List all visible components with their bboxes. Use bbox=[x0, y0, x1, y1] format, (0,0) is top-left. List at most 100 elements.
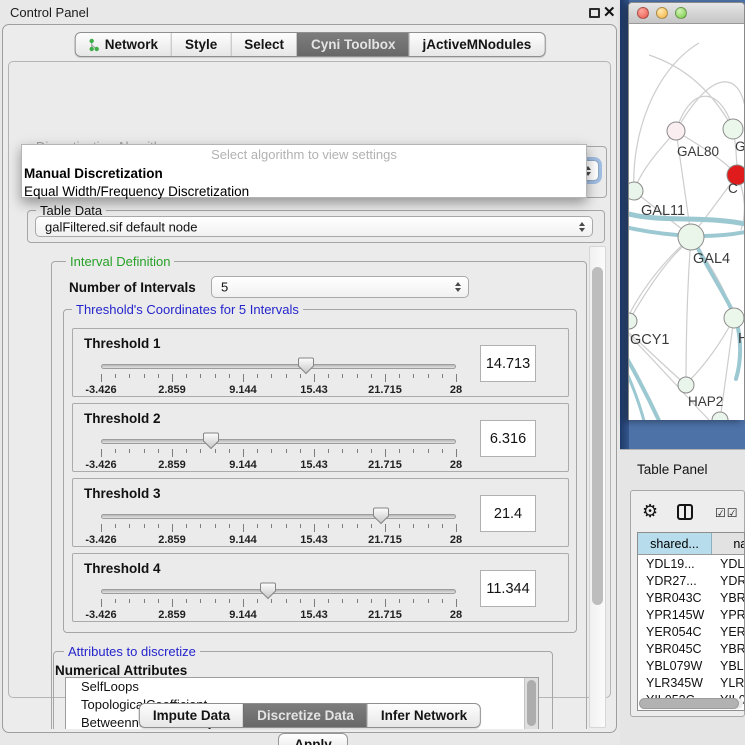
node-table: shared... name YDL19...YDL1YDR27...YDR2Y… bbox=[637, 532, 745, 711]
table-cell[interactable]: YLR345W bbox=[638, 675, 712, 692]
network-node[interactable] bbox=[712, 412, 728, 420]
slider-track[interactable] bbox=[101, 589, 456, 594]
threshold-2-slider[interactable]: -3.4262.8599.14415.4321.71528 bbox=[101, 434, 456, 470]
tab-label: jActiveMNodules bbox=[423, 37, 532, 52]
dropdown-item-manual-discretization[interactable]: Manual Discretization bbox=[22, 165, 586, 183]
table-cell[interactable]: YLR3 bbox=[712, 675, 744, 692]
network-window-titlebar[interactable] bbox=[629, 3, 744, 24]
list-item[interactable]: SelfLoops bbox=[66, 678, 538, 696]
close-traffic-light-icon[interactable] bbox=[637, 7, 649, 19]
table-row[interactable]: YDR27...YDR2 bbox=[638, 573, 744, 590]
network-edge[interactable] bbox=[634, 43, 699, 191]
network-edge[interactable] bbox=[629, 237, 691, 315]
panel-scrollbar[interactable] bbox=[589, 246, 606, 728]
network-canvas[interactable]: GAL80GCGAL11GAL4GCY1HHAP2 bbox=[629, 25, 744, 420]
tab-network[interactable]: Network bbox=[76, 33, 171, 56]
table-panel-title: Table Panel bbox=[637, 462, 708, 477]
table-row[interactable]: YPR145WYPR1 bbox=[638, 607, 744, 624]
tab-select[interactable]: Select bbox=[230, 33, 297, 56]
threshold-1-value-field[interactable]: 14.713 bbox=[480, 345, 536, 382]
select-columns-checkboxes-icon[interactable]: ☑☑ bbox=[715, 506, 739, 520]
slider-ticks bbox=[101, 449, 456, 458]
table-cell[interactable]: YBR045C bbox=[638, 641, 712, 658]
dropdown-item-equal-width-frequency[interactable]: Equal Width/Frequency Discretization bbox=[22, 183, 586, 201]
table-cell[interactable]: YBL0 bbox=[712, 658, 744, 675]
threshold-3-value-field[interactable]: 21.4 bbox=[480, 495, 536, 532]
table-panel-content: ⚙ ☑☑ shared... name YDL19...YDL1YDR27...… bbox=[630, 490, 745, 717]
network-node-h[interactable] bbox=[724, 308, 744, 328]
network-node-hap2[interactable] bbox=[678, 377, 694, 393]
threshold-3-slider[interactable]: -3.4262.8599.14415.4321.71528 bbox=[101, 509, 456, 545]
network-edge[interactable] bbox=[686, 237, 691, 385]
tab-infer-network[interactable]: Infer Network bbox=[367, 704, 480, 727]
list-scrollbar[interactable] bbox=[524, 678, 538, 729]
slider-thumb[interactable] bbox=[203, 432, 219, 450]
table-data-combobox[interactable]: galFiltered.sif default node bbox=[35, 216, 593, 237]
threshold-1-slider[interactable]: -3.4262.8599.14415.4321.71528 bbox=[101, 359, 456, 395]
network-edge[interactable] bbox=[649, 55, 733, 129]
slider-thumb[interactable] bbox=[373, 507, 389, 525]
table-cell[interactable]: YER0 bbox=[712, 624, 744, 641]
tab-style[interactable]: Style bbox=[171, 33, 230, 56]
scrollbar-thumb[interactable] bbox=[639, 698, 739, 709]
table-cell[interactable]: YPR1 bbox=[712, 607, 744, 624]
network-node-label: GAL4 bbox=[693, 251, 730, 267]
zoom-traffic-light-icon[interactable] bbox=[675, 7, 687, 19]
threshold-2-panel: Threshold 2 -3.4262.8599.14415.4321.7152… bbox=[72, 403, 569, 472]
table-row[interactable]: YLR345WYLR3 bbox=[638, 675, 744, 692]
table-row[interactable]: YER054CYER0 bbox=[638, 624, 744, 641]
table-cell[interactable]: YBR043C bbox=[638, 590, 712, 607]
apply-button[interactable]: Apply bbox=[278, 733, 348, 745]
column-header-shared-name[interactable]: shared... bbox=[638, 533, 712, 554]
threshold-4-slider[interactable]: -3.4262.8599.14415.4321.71528 bbox=[101, 584, 456, 620]
split-columns-icon[interactable] bbox=[677, 504, 693, 520]
tab-jactivemnodules[interactable]: jActiveMNodules bbox=[409, 33, 545, 56]
table-row[interactable]: YBR045CYBR0 bbox=[638, 641, 744, 658]
number-of-intervals-combobox[interactable]: 5 bbox=[211, 276, 469, 298]
table-cell[interactable]: YBL079W bbox=[638, 658, 712, 675]
slider-track[interactable] bbox=[101, 514, 456, 519]
scrollbar-thumb[interactable] bbox=[527, 680, 536, 726]
tab-impute-data[interactable]: Impute Data bbox=[140, 704, 243, 727]
group-title: Interval Definition bbox=[66, 254, 174, 269]
network-node-gcy1[interactable] bbox=[629, 313, 637, 329]
network-edge[interactable] bbox=[634, 131, 676, 191]
network-edge[interactable] bbox=[629, 243, 687, 321]
settings-scroll-viewport: Interval Definition Number of Intervals … bbox=[29, 245, 588, 729]
threshold-label: Threshold 3 bbox=[84, 486, 161, 501]
threshold-4-panel: Threshold 4 -3.4262.8599.14415.4321.7152… bbox=[72, 553, 569, 622]
table-cell[interactable]: YDR27... bbox=[638, 573, 712, 590]
network-node-g[interactable] bbox=[723, 119, 743, 139]
float-window-icon[interactable] bbox=[589, 8, 600, 18]
table-cell[interactable]: YDL19... bbox=[638, 556, 712, 573]
tab-label: Impute Data bbox=[153, 708, 230, 723]
table-cell[interactable]: YER054C bbox=[638, 624, 712, 641]
table-row[interactable]: YBL079WYBL0 bbox=[638, 658, 744, 675]
table-row[interactable]: YBR043CYBR0 bbox=[638, 590, 744, 607]
network-node-gal11[interactable] bbox=[629, 182, 643, 200]
tab-cyni-toolbox[interactable]: Cyni Toolbox bbox=[297, 33, 409, 56]
threshold-4-value-field[interactable]: 11.344 bbox=[480, 570, 536, 607]
slider-thumb[interactable] bbox=[298, 357, 314, 375]
tab-discretize-data[interactable]: Discretize Data bbox=[243, 704, 367, 727]
table-cell[interactable]: YDL1 bbox=[712, 556, 744, 573]
network-node-gal4[interactable] bbox=[678, 224, 704, 250]
dropdown-hint: Select algorithm to view settings bbox=[22, 145, 586, 165]
table-row[interactable]: YDL19...YDL1 bbox=[638, 556, 744, 573]
table-cell[interactable]: YDR2 bbox=[712, 573, 744, 590]
column-header-name[interactable]: name bbox=[712, 533, 745, 554]
slider-thumb[interactable] bbox=[260, 582, 276, 600]
minimize-traffic-light-icon[interactable] bbox=[656, 7, 668, 19]
slider-track[interactable] bbox=[101, 364, 456, 369]
network-node-gal80[interactable] bbox=[667, 122, 685, 140]
table-body: YDL19...YDL1YDR27...YDR2YBR043CYBR0YPR14… bbox=[638, 556, 744, 710]
table-cell[interactable]: YPR145W bbox=[638, 607, 712, 624]
table-cell[interactable]: YBR0 bbox=[712, 641, 744, 658]
scrollbar-thumb[interactable] bbox=[592, 267, 603, 605]
table-cell[interactable]: YBR0 bbox=[712, 590, 744, 607]
gear-icon[interactable]: ⚙ bbox=[642, 502, 658, 520]
slider-track[interactable] bbox=[101, 439, 456, 444]
threshold-2-value-field[interactable]: 6.316 bbox=[480, 420, 536, 457]
number-of-intervals-label: Number of Intervals bbox=[69, 280, 196, 295]
close-icon[interactable]: ✕ bbox=[603, 3, 616, 21]
